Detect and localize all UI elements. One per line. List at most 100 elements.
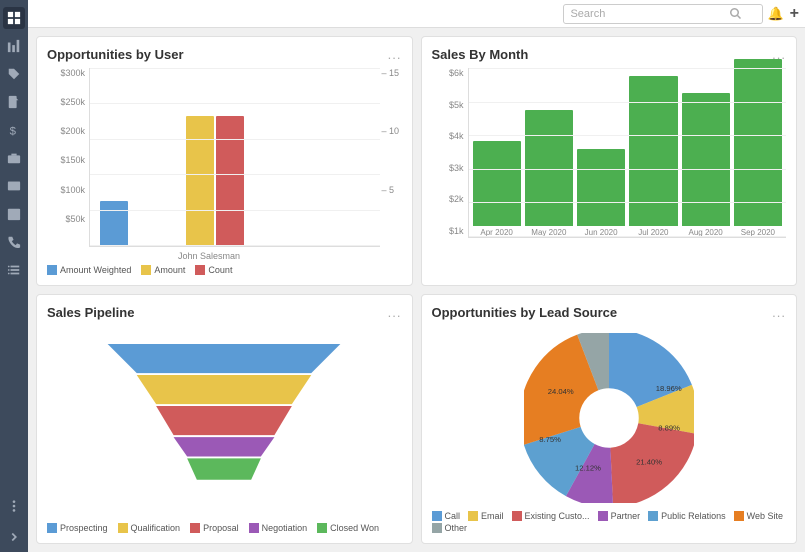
green-bar-col-jun: Jun 2020 <box>577 149 625 237</box>
legend-dot-weighted <box>47 265 57 275</box>
pct-label-partner: 8.75% <box>539 434 561 443</box>
dashboard: Opportunities by User ... $300k $250k $2… <box>28 28 805 552</box>
card-opportunities-by-user: Opportunities by User ... $300k $250k $2… <box>36 36 413 286</box>
search-icon <box>730 8 742 20</box>
pie-area: 18.96% 8.89% 21.40% 12.12% 8.75% 24.04% <box>432 326 787 509</box>
funnel-svg <box>84 344 364 504</box>
topbar: 🔔 + <box>28 0 805 28</box>
legend-opp: Amount Weighted Amount Count <box>47 265 402 275</box>
pct-label-call: 18.96% <box>656 383 682 392</box>
x-labels: John Salesman <box>89 249 380 261</box>
topbar-icons: 🔔 + <box>767 5 799 23</box>
bars-container <box>89 68 380 247</box>
sidebar-item-file[interactable] <box>3 91 25 113</box>
green-x-label-aug: Aug 2020 <box>688 228 722 237</box>
bar-chart-area: $300k $250k $200k $150k $100k $50k <box>47 68 402 275</box>
bar-group-2 <box>186 116 266 246</box>
green-x-label-apr: Apr 2020 <box>480 228 512 237</box>
card-header-lead: Opportunities by Lead Source ... <box>432 305 787 320</box>
green-bar-apr <box>473 141 521 226</box>
funnel-proposal <box>156 406 292 435</box>
sidebar-item-home[interactable] <box>3 7 25 29</box>
sidebar-item-chart[interactable] <box>3 35 25 57</box>
sidebar-item-briefcase[interactable] <box>3 147 25 169</box>
legend-pipeline: Prospecting Qualification Proposal Negot… <box>47 523 402 533</box>
bar-group-1 <box>100 201 160 246</box>
sidebar-item-calendar[interactable] <box>3 203 25 225</box>
svg-text:$: $ <box>10 125 17 137</box>
sidebar-item-more[interactable] <box>3 495 25 517</box>
card-sales-pipeline: Sales Pipeline ... <box>36 294 413 544</box>
pct-label-existing: 21.40% <box>636 457 662 466</box>
card-title-opp: Opportunities by User <box>47 47 184 62</box>
legend-item-count: Count <box>195 265 232 275</box>
search-input[interactable] <box>570 8 730 20</box>
legend-item-email-lead: Email <box>468 511 504 521</box>
bar-amount-2 <box>186 116 214 246</box>
green-bar-col-may: May 2020 <box>525 110 573 237</box>
green-bar-sep <box>734 59 782 226</box>
bell-icon[interactable]: 🔔 <box>767 6 783 22</box>
green-bar-chart: $6k $5k $4k $3k $2k $1k <box>432 68 787 275</box>
legend-item-negotiation: Negotiation <box>249 523 308 533</box>
pie-legend: Call Email Existing Custo... Partner <box>432 511 787 533</box>
legend-dot-count <box>195 265 205 275</box>
y-axis-right: – 15 – 10 – 5 <box>380 68 402 261</box>
sidebar-item-phone[interactable] <box>3 231 25 253</box>
legend-item-partner: Partner <box>598 511 641 521</box>
bar-amount-weighted-1 <box>100 201 128 246</box>
legend-item-prospecting: Prospecting <box>47 523 108 533</box>
legend-item-other: Other <box>432 523 468 533</box>
card-menu-opp[interactable]: ... <box>388 47 402 62</box>
green-x-label-jul: Jul 2020 <box>638 228 668 237</box>
bar-group-area: John Salesman <box>89 68 380 261</box>
pct-label-pr: 12.12% <box>575 463 601 472</box>
green-bar-aug <box>682 93 730 226</box>
sidebar-item-list[interactable] <box>3 259 25 281</box>
sidebar: $ <box>0 0 28 552</box>
funnel-closed-won <box>187 458 261 479</box>
pie-svg: 18.96% 8.89% 21.40% 12.12% 8.75% 24.04% <box>524 333 694 503</box>
legend-item-closed-won: Closed Won <box>317 523 379 533</box>
card-header-pipeline: Sales Pipeline ... <box>47 305 402 320</box>
sidebar-item-chevron[interactable] <box>3 526 25 548</box>
card-title-sales: Sales By Month <box>432 47 529 62</box>
legend-item-public-relations: Public Relations <box>648 511 726 521</box>
sidebar-item-dollar[interactable]: $ <box>3 119 25 141</box>
legend-dot-amount <box>141 265 151 275</box>
pct-label-website: 24.04% <box>548 387 574 396</box>
green-x-label-may: May 2020 <box>531 228 566 237</box>
card-menu-lead[interactable]: ... <box>772 305 786 320</box>
green-bar-col-apr: Apr 2020 <box>473 141 521 237</box>
bar-count-2 <box>216 116 244 246</box>
green-bar-may <box>525 110 573 226</box>
card-menu-pipeline[interactable]: ... <box>388 305 402 320</box>
funnel-prospecting <box>108 344 341 373</box>
green-bar-jul <box>629 76 677 226</box>
legend-item-weighted: Amount Weighted <box>47 265 131 275</box>
bar-chart-inner: $300k $250k $200k $150k $100k $50k <box>47 68 402 261</box>
search-box[interactable] <box>563 4 763 24</box>
green-y-axis: $6k $5k $4k $3k $2k $1k <box>432 68 468 275</box>
green-x-label-jun: Jun 2020 <box>585 228 618 237</box>
funnel-negotiation <box>174 437 275 456</box>
sidebar-item-tag[interactable] <box>3 63 25 85</box>
plus-icon[interactable]: + <box>790 5 799 23</box>
legend-item-amount: Amount <box>141 265 185 275</box>
legend-item-website: Web Site <box>734 511 783 521</box>
card-opp-lead: Opportunities by Lead Source ... <box>421 294 798 544</box>
pct-label-email: 8.89% <box>658 423 680 432</box>
card-sales-by-month: Sales By Month ... $6k $5k $4k $3k $2k $… <box>421 36 798 286</box>
green-bars-area: Apr 2020 May 2020 Jun 2020 Jul 2020 <box>468 68 787 238</box>
green-bar-jun <box>577 149 625 226</box>
y-axis-left: $300k $250k $200k $150k $100k $50k <box>47 68 89 261</box>
sidebar-item-email[interactable] <box>3 175 25 197</box>
legend-item-existing-cust: Existing Custo... <box>512 511 590 521</box>
legend-item-qualification: Qualification <box>118 523 181 533</box>
green-bar-col-sep: Sep 2020 <box>734 59 782 237</box>
card-title-pipeline: Sales Pipeline <box>47 305 134 320</box>
card-title-lead: Opportunities by Lead Source <box>432 305 618 320</box>
main-content: 🔔 + Opportunities by User ... $300k $250… <box>28 0 805 552</box>
green-x-label-sep: Sep 2020 <box>741 228 775 237</box>
funnel-area <box>47 326 402 521</box>
